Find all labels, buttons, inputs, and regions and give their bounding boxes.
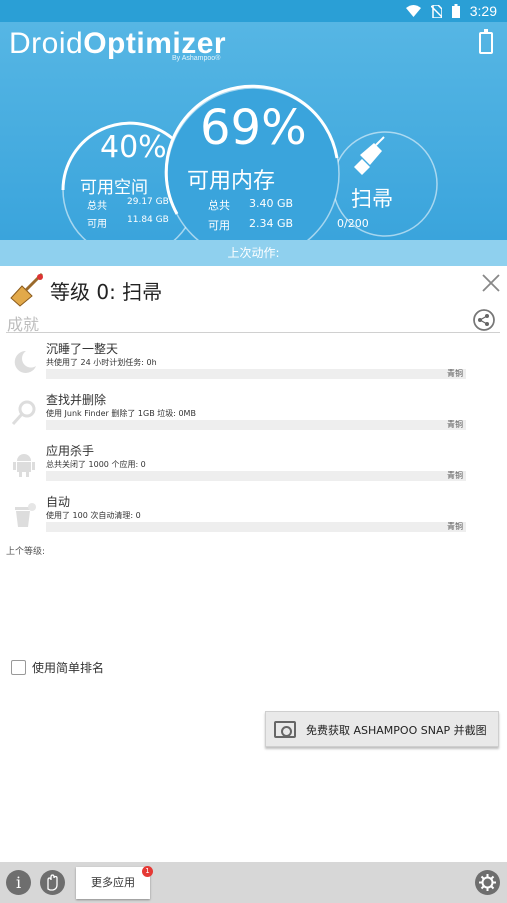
achievement-item: 应用杀手 总共关闭了 1000 个应用: 0 青铜 xyxy=(0,442,507,492)
camera-icon xyxy=(274,721,296,738)
previous-level-label: 上个等级: xyxy=(6,547,46,557)
achievement-title: 自动 xyxy=(46,495,71,509)
achievement-progress: 青铜 xyxy=(46,522,466,532)
achievement-status: 青铜 xyxy=(447,471,463,480)
broom-icon xyxy=(354,136,385,175)
magnifier-icon xyxy=(11,400,36,426)
memory-free-label: 可用 xyxy=(208,219,230,232)
achievement-status: 青铜 xyxy=(447,420,463,429)
bottom-bar: i 更多应用 1 xyxy=(0,862,507,903)
achievement-desc: 使用了 100 次自动清理: 0 xyxy=(46,511,141,520)
wifi-icon xyxy=(405,5,421,17)
gear-icon[interactable] xyxy=(475,870,500,895)
space-total-label: 总共 xyxy=(87,201,107,212)
achievement-progress: 青铜 xyxy=(46,420,466,430)
level-title: 等级 0: 扫帚 xyxy=(50,280,163,304)
space-total-value: 29.17 GB xyxy=(127,197,169,207)
android-icon xyxy=(13,454,35,477)
no-sim-icon xyxy=(430,4,442,18)
memory-label: 可用内存 xyxy=(187,169,276,194)
memory-total-label: 总共 xyxy=(208,199,230,212)
achievement-title: 查找并删除 xyxy=(46,393,107,407)
achievement-desc: 共使用了 24 小时计划任务: 0h xyxy=(46,358,157,367)
divider xyxy=(6,332,500,333)
achievement-status: 青铜 xyxy=(447,522,463,531)
sweep-count: 0/200 xyxy=(337,217,369,230)
achievement-item: 自动 使用了 100 次自动清理: 0 青铜 xyxy=(0,493,507,543)
recycle-bin-icon xyxy=(15,503,36,527)
share-icon[interactable] xyxy=(473,309,495,331)
status-time: 3:29 xyxy=(469,3,497,19)
space-percent: 40% xyxy=(100,130,167,165)
broom-level-icon xyxy=(10,272,44,307)
memory-total-value: 3.40 GB xyxy=(249,197,294,210)
moon-icon xyxy=(14,350,36,373)
status-bar: 3:29 xyxy=(0,0,507,22)
achievement-item: 沉睡了一整天 共使用了 24 小时计划任务: 0h 青铜 xyxy=(0,340,507,390)
info-icon[interactable]: i xyxy=(6,870,31,895)
simple-ranking-label[interactable]: 使用简单排名 xyxy=(32,659,104,676)
achievement-progress: 青铜 xyxy=(46,369,466,379)
achievement-title: 沉睡了一整天 xyxy=(46,342,119,356)
more-apps-badge: 1 xyxy=(142,866,153,877)
more-apps-button[interactable]: 更多应用 xyxy=(76,867,150,899)
achievement-progress: 青铜 xyxy=(46,471,466,481)
achievement-desc: 使用 Junk Finder 删除了 1GB 垃圾: 0MB xyxy=(46,409,196,418)
memory-free-value: 2.34 GB xyxy=(249,217,294,230)
space-free-label: 可用 xyxy=(87,219,107,230)
achievement-title: 应用杀手 xyxy=(46,444,95,458)
achievement-desc: 总共关闭了 1000 个应用: 0 xyxy=(46,460,146,469)
hand-icon[interactable] xyxy=(40,870,65,895)
sweep-label[interactable]: 扫帚 xyxy=(351,183,393,213)
achievement-status: 青铜 xyxy=(447,369,463,378)
simple-ranking-checkbox[interactable] xyxy=(11,660,26,675)
get-ashampoo-snap-button[interactable]: 免费获取 ASHAMPOO SNAP 并截图 xyxy=(265,711,499,747)
space-label: 可用空间 xyxy=(80,178,148,198)
battery-icon xyxy=(451,4,460,18)
memory-percent: 69% xyxy=(200,100,307,156)
close-icon[interactable] xyxy=(480,272,502,294)
snap-button-label: 免费获取 ASHAMPOO SNAP 并截图 xyxy=(306,724,487,737)
achievement-item: 查找并删除 使用 Junk Finder 删除了 1GB 垃圾: 0MB 青铜 xyxy=(0,391,507,441)
last-action-bar: 上次动作: xyxy=(0,240,507,266)
dashboard-header: DroidOptimizer By Ashampoo® 40% 可用空间 总共 … xyxy=(0,22,507,240)
space-free-value: 11.84 GB xyxy=(127,215,169,225)
